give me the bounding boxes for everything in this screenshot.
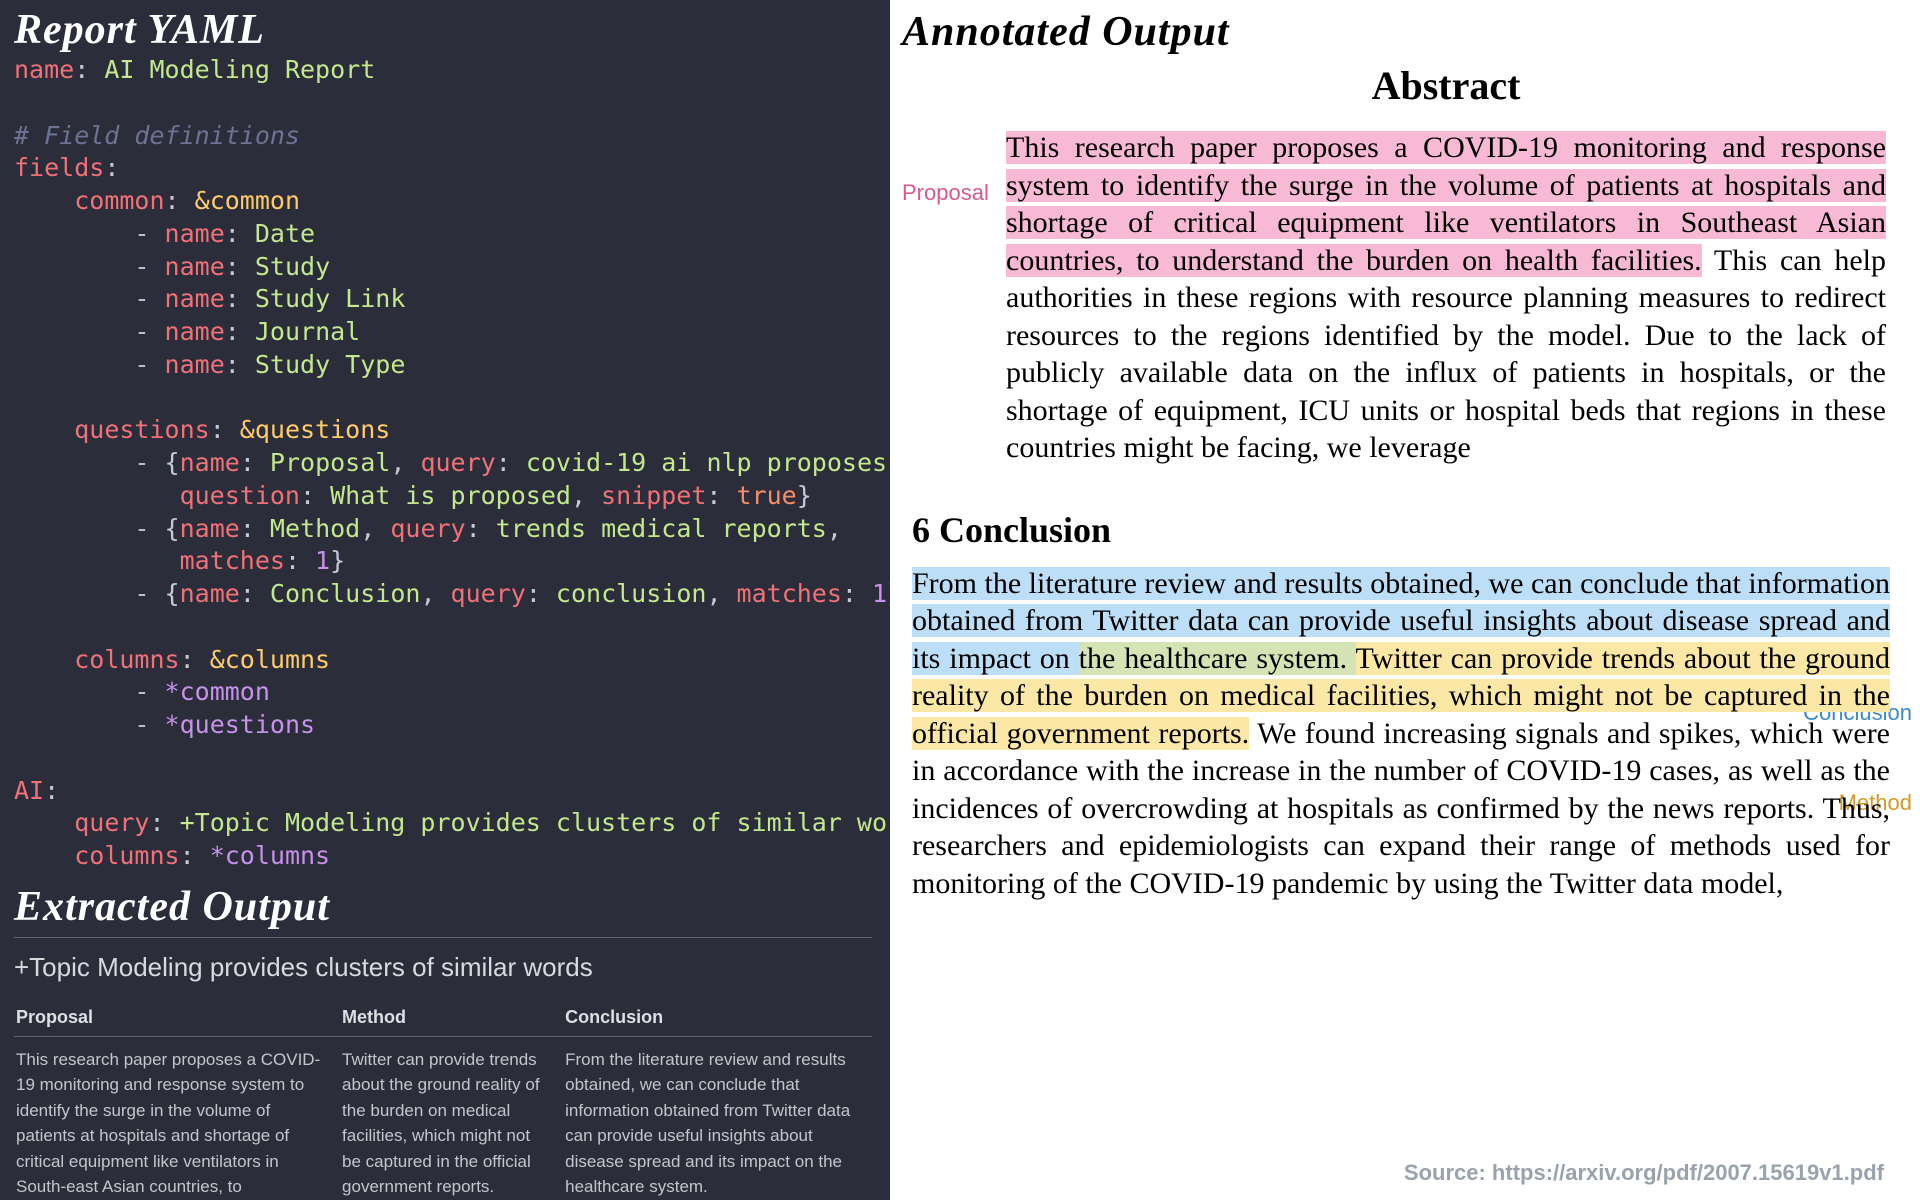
th-conclusion: Conclusion bbox=[563, 999, 872, 1037]
annotated-title: Annotated Output bbox=[902, 8, 1902, 56]
yaml-code: name: AI Modeling Report # Field definit… bbox=[14, 54, 872, 873]
td-proposal: This research paper proposes a COVID-19 … bbox=[14, 1036, 340, 1200]
annotated-panel: Annotated Output Proposal Conclusion Met… bbox=[890, 0, 1920, 1200]
extracted-title: Extracted Output bbox=[14, 883, 872, 931]
document-body: Abstract This research paper proposes a … bbox=[1002, 62, 1890, 902]
extracted-table: Proposal Method Conclusion This research… bbox=[14, 999, 872, 1200]
yaml-title: Report YAML bbox=[14, 6, 872, 54]
th-proposal: Proposal bbox=[14, 999, 340, 1037]
th-method: Method bbox=[340, 999, 563, 1037]
td-method: Twitter can provide trends about the gro… bbox=[340, 1036, 563, 1200]
conclusion-heading: 6 Conclusion bbox=[912, 509, 1890, 551]
extracted-output: Extracted Output +Topic Modeling provide… bbox=[0, 883, 890, 1200]
extracted-heading: +Topic Modeling provides clusters of sim… bbox=[14, 952, 872, 983]
yaml-panel: Report YAML name: AI Modeling Report # F… bbox=[0, 0, 890, 1200]
td-conclusion: From the literature review and results o… bbox=[563, 1036, 872, 1200]
source-link: Source: https://arxiv.org/pdf/2007.15619… bbox=[1404, 1160, 1884, 1186]
overlap-highlight: the healthcare system. bbox=[1079, 642, 1356, 675]
label-proposal: Proposal bbox=[902, 180, 989, 206]
abstract-heading: Abstract bbox=[1002, 62, 1890, 109]
